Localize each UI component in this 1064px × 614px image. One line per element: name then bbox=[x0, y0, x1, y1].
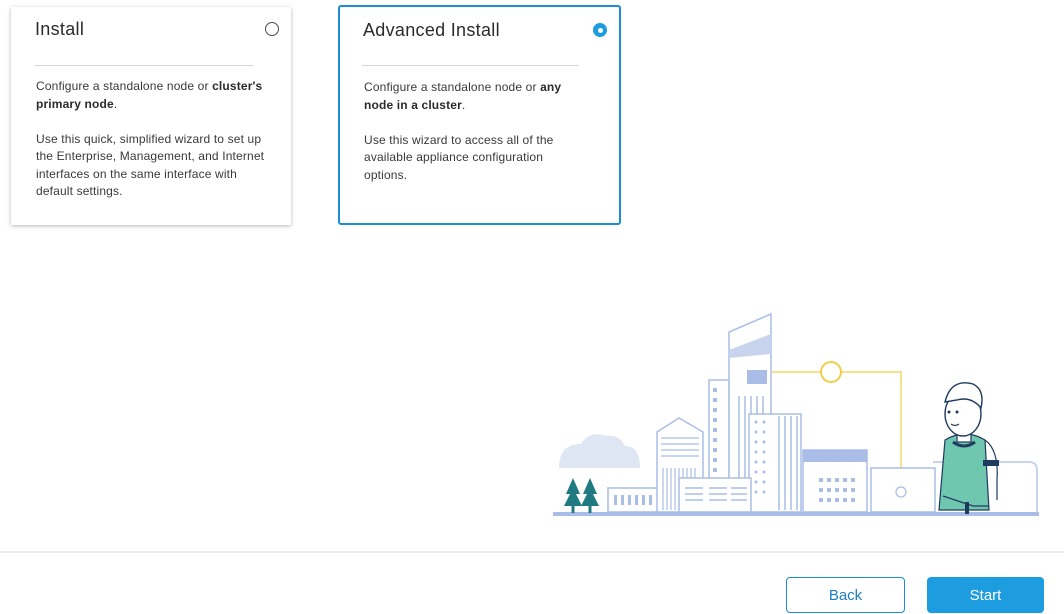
radio-selected-icon[interactable] bbox=[593, 23, 607, 37]
start-button[interactable]: Start bbox=[927, 577, 1044, 613]
install-desc-text: Configure a standalone node or bbox=[36, 79, 209, 93]
advanced-install-option-title: Advanced Install bbox=[363, 20, 500, 40]
advanced-desc-paragraph: Use this wizard to access all of the ava… bbox=[364, 132, 554, 182]
footer-divider bbox=[0, 551, 1064, 553]
advanced-install-option-card[interactable]: Advanced Install Configure a standalone … bbox=[338, 5, 621, 225]
back-button[interactable]: Back bbox=[786, 577, 905, 613]
install-desc-paragraph: Use this quick, simplified wizard to set… bbox=[36, 131, 265, 199]
advanced-desc-period: . bbox=[461, 97, 466, 112]
person-avatar bbox=[938, 382, 999, 514]
install-option-description: Configure a standalone node or cluster's… bbox=[36, 78, 276, 218]
wide-building bbox=[678, 477, 752, 513]
tree-icon bbox=[564, 478, 599, 513]
radio-unselected-icon[interactable] bbox=[265, 22, 279, 36]
city-network-illustration bbox=[553, 312, 1039, 516]
cloud-icon bbox=[559, 434, 640, 468]
network-node-icon bbox=[820, 361, 842, 383]
install-option-title: Install bbox=[35, 19, 85, 39]
advanced-desc-text: Configure a standalone node or bbox=[364, 80, 537, 94]
advanced-install-option-divider bbox=[362, 65, 579, 66]
install-option-divider bbox=[35, 65, 253, 66]
install-option-card[interactable]: Install Configure a standalone node or c… bbox=[11, 7, 291, 225]
advanced-install-option-description: Configure a standalone node or any node … bbox=[364, 79, 589, 202]
install-desc-period: . bbox=[113, 96, 118, 111]
